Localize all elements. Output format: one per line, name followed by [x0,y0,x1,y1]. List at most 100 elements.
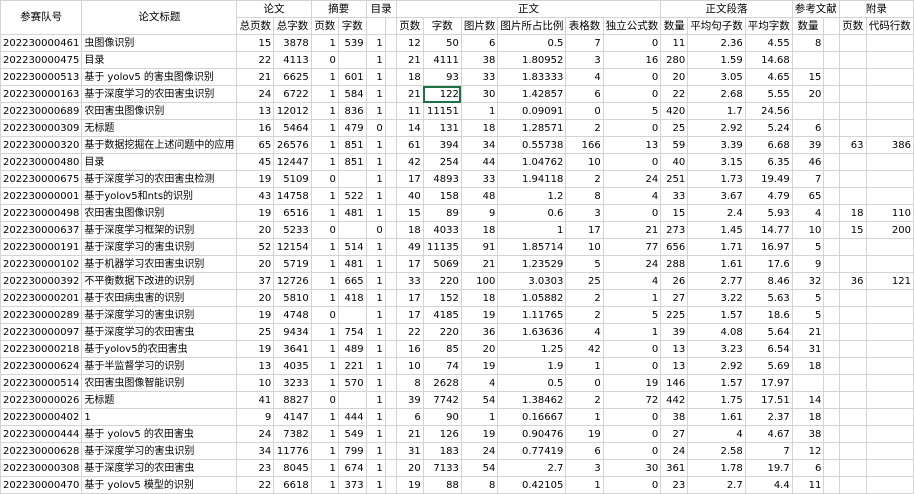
data-cell[interactable]: 52 [236,238,275,256]
data-cell[interactable]: 19.7 [744,459,793,477]
data-cell[interactable] [838,153,867,171]
data-cell[interactable]: 19 [395,476,424,494]
data-cell[interactable]: 1 [365,170,386,188]
data-cell[interactable]: 13 [602,136,662,154]
header-cell[interactable]: 正文 [395,0,662,18]
data-cell[interactable] [838,357,867,375]
data-cell[interactable]: 11151 [422,102,462,120]
data-cell[interactable] [838,68,867,86]
data-cell[interactable]: 77 [602,238,662,256]
data-cell[interactable] [865,102,914,120]
data-cell[interactable]: 21 [395,85,424,103]
data-cell[interactable]: 48 [460,187,499,205]
data-cell[interactable]: 24 [236,85,275,103]
data-cell[interactable]: 13 [236,102,275,120]
data-cell[interactable]: 39 [791,136,825,154]
data-cell[interactable]: 1 [310,204,339,222]
data-cell[interactable] [823,272,840,290]
team-id-cell[interactable]: 202230000102 [0,255,83,273]
data-cell[interactable]: 220 [422,323,462,341]
data-cell[interactable]: 280 [660,51,689,69]
data-cell[interactable] [823,425,840,443]
data-cell[interactable]: 0 [602,442,662,460]
data-cell[interactable] [865,170,914,188]
data-cell[interactable]: 0 [310,221,339,239]
data-cell[interactable]: 0 [310,51,339,69]
data-cell[interactable]: 836 [337,102,367,120]
data-cell[interactable]: 33 [660,187,689,205]
data-cell[interactable]: 373 [337,476,367,494]
data-cell[interactable] [865,51,914,69]
data-cell[interactable]: 4748 [273,306,312,324]
data-cell[interactable] [384,442,397,460]
data-cell[interactable]: 2.92 [687,357,746,375]
data-cell[interactable]: 4147 [273,408,312,426]
data-cell[interactable]: 2 [565,170,604,188]
data-cell[interactable]: 3878 [273,34,312,52]
data-cell[interactable]: 1.85714 [497,238,567,256]
data-cell[interactable]: 19 [236,306,275,324]
data-cell[interactable]: 20 [791,85,825,103]
data-cell[interactable]: 4 [565,323,604,341]
team-id-cell[interactable]: 202230000628 [0,442,83,460]
data-cell[interactable] [865,340,914,358]
data-cell[interactable]: 2 [565,289,604,307]
data-cell[interactable]: 65 [791,187,825,205]
subheader-cell[interactable]: 图片所占比例 [497,17,567,35]
data-cell[interactable]: 1.78 [687,459,746,477]
data-cell[interactable]: 1 [365,391,386,409]
data-cell[interactable]: 90 [422,408,462,426]
team-id-cell[interactable]: 202230000163 [0,85,83,103]
subheader-cell[interactable] [823,17,840,35]
data-cell[interactable]: 1 [365,289,386,307]
data-cell[interactable]: 5810 [273,289,312,307]
data-cell[interactable]: 9 [791,255,825,273]
team-id-cell[interactable]: 202230000402 [0,408,83,426]
data-cell[interactable]: 18 [791,357,825,375]
data-cell[interactable]: 4035 [273,357,312,375]
data-cell[interactable] [838,34,867,52]
data-cell[interactable]: 21 [395,51,424,69]
data-cell[interactable]: 13 [660,340,689,358]
data-cell[interactable]: 4.55 [744,34,793,52]
data-cell[interactable] [823,255,840,273]
data-cell[interactable]: 5109 [273,170,312,188]
data-cell[interactable]: 18 [791,408,825,426]
data-cell[interactable] [865,68,914,86]
data-cell[interactable]: 386 [865,136,914,154]
data-cell[interactable]: 24 [660,442,689,460]
data-cell[interactable]: 18.6 [744,306,793,324]
data-cell[interactable]: 1 [365,34,386,52]
data-cell[interactable]: 6 [791,119,825,137]
data-cell[interactable] [838,187,867,205]
data-cell[interactable] [384,238,397,256]
data-cell[interactable]: 0 [310,170,339,188]
data-cell[interactable]: 30 [602,459,662,477]
data-cell[interactable]: 9 [236,408,275,426]
data-cell[interactable]: 36 [460,323,499,341]
data-cell[interactable]: 34 [460,136,499,154]
data-cell[interactable]: 5.55 [744,85,793,103]
data-cell[interactable]: 1.61 [687,255,746,273]
data-cell[interactable]: 1 [310,476,339,494]
data-cell[interactable]: 146 [660,374,689,392]
team-id-cell[interactable]: 202230000689 [0,102,83,120]
data-cell[interactable] [865,34,914,52]
data-cell[interactable]: 30 [460,85,499,103]
data-cell[interactable] [865,374,914,392]
data-cell[interactable]: 0 [310,391,339,409]
data-cell[interactable]: 6 [395,408,424,426]
data-cell[interactable]: 16 [395,340,424,358]
title-cell[interactable]: 基于yolov5和nts的识别 [81,187,238,205]
data-cell[interactable]: 444 [337,408,367,426]
data-cell[interactable]: 1.73 [687,170,746,188]
title-cell[interactable]: 不平衡数据下改进的识别 [81,272,238,290]
data-cell[interactable] [823,34,840,52]
data-cell[interactable]: 1 [310,340,339,358]
data-cell[interactable]: 13 [236,357,275,375]
data-cell[interactable]: 7 [744,442,793,460]
data-cell[interactable] [384,187,397,205]
title-cell[interactable]: 基于 yolov5 的农田害虫 [81,425,238,443]
data-cell[interactable]: 1 [365,68,386,86]
data-cell[interactable]: 0 [602,68,662,86]
